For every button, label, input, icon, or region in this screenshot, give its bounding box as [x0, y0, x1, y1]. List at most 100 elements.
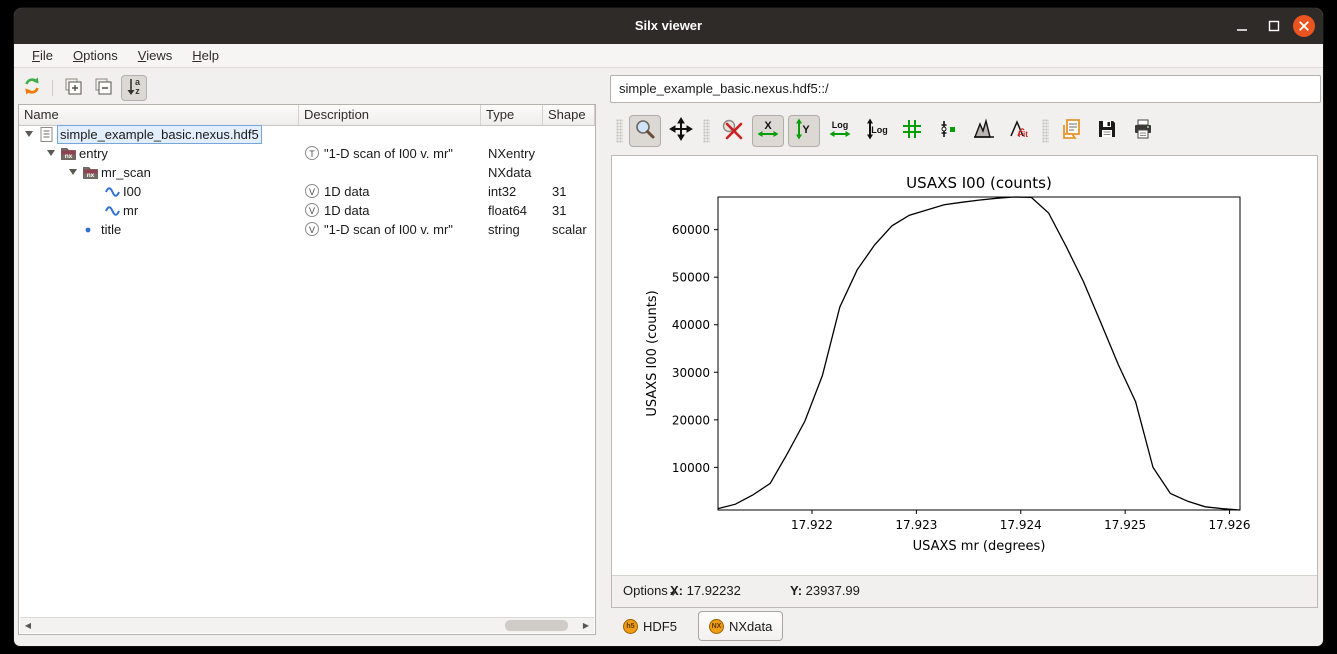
tree-toolbar: a z	[20, 74, 147, 102]
tree-item-name[interactable]: entry	[79, 144, 108, 163]
refresh-icon	[22, 76, 42, 101]
menu-options[interactable]: Options	[63, 44, 128, 68]
menu-views[interactable]: Views	[128, 44, 182, 68]
tree-item-shape: 31	[552, 201, 566, 220]
tab-nxdata[interactable]: NXNXdata	[698, 611, 783, 641]
log-x-icon: Log	[828, 117, 852, 146]
description-badge-icon: T	[305, 146, 319, 160]
save-button[interactable]	[1091, 115, 1123, 147]
tree-item-type: int32	[488, 182, 516, 201]
y-autoscale-button[interactable]: Y	[788, 115, 820, 147]
tab-label: HDF5	[643, 619, 677, 634]
zoom-icon	[633, 117, 657, 146]
svg-text:Log: Log	[871, 125, 888, 135]
tree-item-name[interactable]: mr_scan	[101, 163, 151, 182]
log-y-button[interactable]: Log	[860, 115, 892, 147]
svg-text:17.926: 17.926	[1209, 518, 1251, 532]
h-scrollbar-thumb[interactable]	[505, 620, 568, 631]
cursor-y-readout: Y: 23937.99	[790, 575, 860, 607]
tree-header: NameDescriptionTypeShape	[19, 105, 595, 126]
svg-text:z: z	[135, 86, 140, 96]
tree-row-entry[interactable]: nxentryT"1-D scan of I00 v. mr"NXentry	[19, 144, 595, 163]
dataset-path-field[interactable]: simple_example_basic.nexus.hdf5::/	[610, 75, 1321, 103]
column-header-name[interactable]: Name	[19, 105, 299, 125]
tree-item-description: 1D data	[324, 182, 370, 201]
scroll-right-arrow[interactable]: ▶	[579, 618, 593, 633]
tree-row-simple_example_basic.nexus.hdf5[interactable]: simple_example_basic.nexus.hdf5	[19, 125, 595, 144]
svg-text:Y: Y	[802, 124, 810, 136]
curve-style-icon	[936, 117, 960, 146]
tree-item-name[interactable]: title	[101, 220, 121, 239]
tree-item-type: float64	[488, 201, 527, 220]
tree-item-name[interactable]: mr	[123, 201, 138, 220]
expander-arrow-icon[interactable]	[47, 150, 55, 156]
x-autoscale-button[interactable]: X	[752, 115, 784, 147]
hdf5-icon: h5	[623, 619, 638, 634]
tree-item-name[interactable]: I00	[123, 182, 141, 201]
svg-text:nx: nx	[87, 172, 95, 179]
tree-row-I00[interactable]: I00V1D dataint3231	[19, 182, 595, 201]
svg-text:50000: 50000	[672, 271, 710, 285]
maximize-button[interactable]	[1263, 15, 1285, 37]
expand-all-button[interactable]	[61, 76, 85, 100]
grid-button[interactable]	[896, 115, 928, 147]
reset-zoom-button[interactable]	[716, 115, 748, 147]
close-button[interactable]	[1293, 15, 1315, 37]
print-button[interactable]	[1127, 115, 1159, 147]
tree-item-type: NXentry	[488, 144, 535, 163]
nx-folder-icon: nx	[82, 164, 99, 181]
minimize-button[interactable]	[1231, 15, 1253, 37]
tab-label: NXdata	[729, 619, 772, 634]
tree-row-mr[interactable]: mrV1D datafloat6431	[19, 201, 595, 220]
reset-zoom-icon	[720, 117, 744, 146]
plot-title: USAXS I00 (counts)	[906, 174, 1052, 192]
histogram-icon	[972, 117, 996, 146]
titlebar[interactable]: Silx viewer	[14, 8, 1323, 44]
view-tabbar: h5 HDF5 NXNXdata	[612, 610, 783, 642]
scroll-left-arrow[interactable]: ◀	[21, 618, 35, 633]
svg-text:17.925: 17.925	[1104, 518, 1146, 532]
description-badge-icon: V	[305, 222, 319, 236]
histogram-button[interactable]	[968, 115, 1000, 147]
tree-item-name[interactable]: simple_example_basic.nexus.hdf5	[57, 125, 262, 144]
tab-hdf5[interactable]: h5 HDF5	[612, 611, 688, 641]
expander-arrow-icon[interactable]	[25, 131, 33, 137]
plot-canvas[interactable]: 17.92217.92317.92417.92517.9261000020000…	[612, 156, 1317, 576]
expander-arrow-icon[interactable]	[69, 169, 77, 175]
sort-button[interactable]: a z	[121, 75, 147, 101]
pan-button[interactable]	[665, 115, 697, 147]
dot-icon	[82, 221, 99, 238]
curve-style-button[interactable]	[932, 115, 964, 147]
fit-button[interactable]: Fit	[1004, 115, 1036, 147]
column-header-type[interactable]: Type	[481, 105, 543, 125]
log-x-button[interactable]: Log	[824, 115, 856, 147]
cursor-x-readout: X: 17.92232	[670, 575, 741, 607]
plot-axes-frame	[718, 197, 1240, 510]
tree-item-type: string	[488, 220, 520, 239]
copy-button[interactable]	[1055, 115, 1087, 147]
curve-icon	[104, 183, 121, 200]
tree-row-title[interactable]: title V "1-D scan of I00 v. mr" string scala…	[19, 220, 595, 239]
plot-options-button[interactable]: Options	[623, 575, 676, 607]
fit-icon: Fit	[1008, 117, 1032, 146]
expand-all-icon	[63, 76, 83, 101]
svg-text:X: X	[764, 120, 772, 132]
plot-window: 17.92217.92317.92417.92517.9261000020000…	[611, 155, 1318, 608]
save-icon	[1095, 117, 1119, 146]
description-badge-icon: V	[305, 203, 319, 217]
column-header-description[interactable]: Description	[299, 105, 481, 125]
menu-help[interactable]: Help	[182, 44, 229, 68]
svg-text:60000: 60000	[672, 223, 710, 237]
tree-item-description: "1-D scan of I00 v. mr"	[324, 220, 453, 239]
svg-text:10000: 10000	[672, 461, 710, 475]
menu-file[interactable]: File	[22, 44, 63, 68]
tree-row-mr_scan[interactable]: nxmr_scanNXdata	[19, 163, 595, 182]
tree-item-shape: scalar	[552, 220, 587, 239]
refresh-button[interactable]	[20, 76, 44, 100]
collapse-all-button[interactable]	[91, 76, 115, 100]
zoom-button[interactable]	[629, 115, 661, 147]
svg-text:20000: 20000	[672, 413, 710, 427]
toolbar-handle	[616, 119, 623, 143]
tree-hscrollbar[interactable]: ◀ ▶	[20, 617, 594, 633]
column-header-shape[interactable]: Shape	[543, 105, 595, 125]
